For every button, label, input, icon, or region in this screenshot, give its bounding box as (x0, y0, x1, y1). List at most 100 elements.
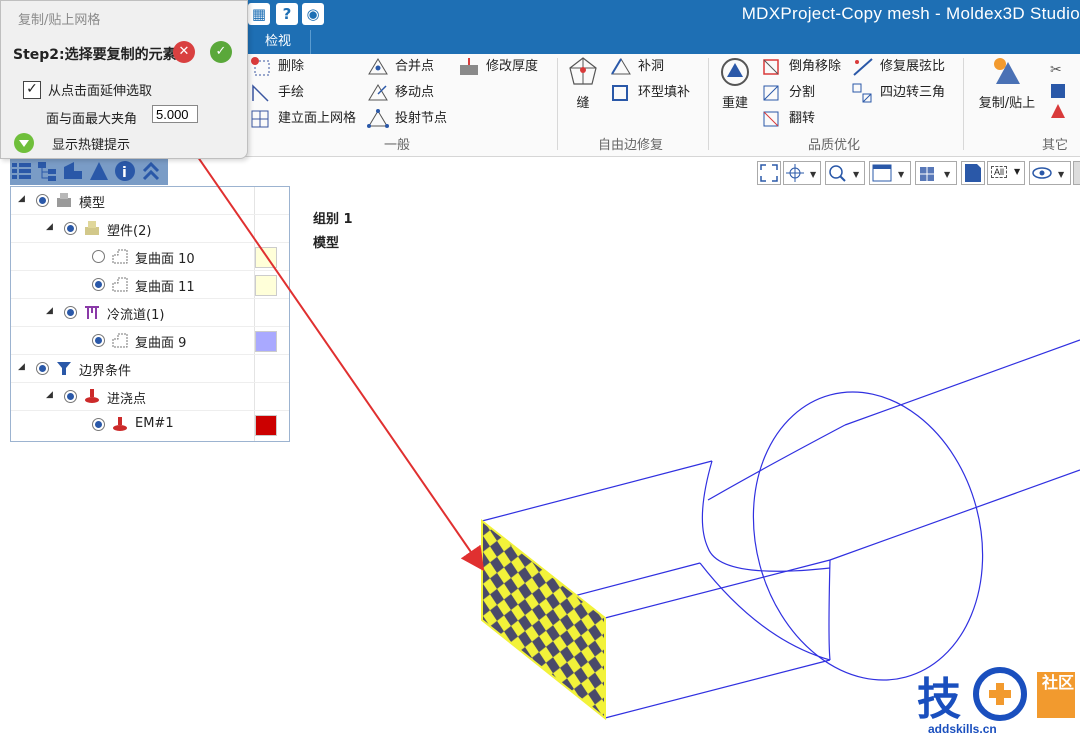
patch-hole-button[interactable]: 补洞 (610, 56, 664, 78)
merge-points-icon (367, 57, 389, 77)
max-angle-input[interactable] (152, 105, 198, 123)
tree-row-part[interactable]: ◢ 塑件(2) (11, 215, 289, 243)
expand-icon[interactable]: ◢ (18, 194, 25, 204)
sew-button[interactable]: 缝 (566, 56, 600, 111)
save-icon[interactable]: ▦ (248, 3, 270, 25)
delete-button[interactable]: 删除 (250, 56, 304, 78)
thickness-icon (458, 57, 480, 77)
color-swatch[interactable] (255, 247, 277, 268)
fix-aspect-ratio-button[interactable]: 修复展弦比 (852, 56, 945, 78)
part-icon[interactable] (62, 159, 84, 183)
split-button[interactable]: 分割 (761, 82, 815, 104)
zoom-icon[interactable]: ▼ (825, 161, 865, 185)
svg-text:▼: ▼ (853, 170, 860, 179)
delete-icon (250, 56, 272, 77)
visibility-radio[interactable] (64, 390, 77, 403)
svg-text:i: i (122, 165, 127, 181)
visibility-radio[interactable] (64, 306, 77, 319)
tree-row-surface-10[interactable]: 复曲面 10 (11, 243, 289, 271)
tree-row-model[interactable]: ◢ 模型 (11, 187, 289, 215)
max-angle-label: 面与面最大夹角 (46, 112, 138, 127)
hand-draw-button[interactable]: 手绘 (250, 82, 304, 104)
svg-text:▼: ▼ (1058, 170, 1065, 179)
list-icon[interactable] (10, 159, 32, 183)
color-swatch[interactable] (255, 275, 277, 296)
visibility-radio[interactable] (64, 222, 77, 235)
tree-row-em1[interactable]: EM#1 (11, 411, 289, 438)
hotkey-toggle-button[interactable] (14, 133, 34, 153)
move-point-button[interactable]: 移动点 (367, 82, 434, 104)
tab-view[interactable]: 检视 (246, 30, 311, 54)
check-icon: ✓ (215, 44, 227, 59)
model-tree: ◢ 模型 ◢ 塑件(2) 复曲面 10 复曲面 11 ◢ 冷流道(1) 复曲面 … (10, 186, 290, 442)
cancel-button[interactable]: ✕ (173, 41, 195, 63)
ribbon-separator (557, 58, 558, 150)
color-swatch[interactable] (255, 331, 277, 352)
visibility-radio[interactable] (92, 250, 105, 263)
model-icon (56, 192, 72, 208)
part-icon (84, 220, 100, 236)
hierarchy-icon[interactable] (36, 159, 58, 183)
visibility-radio[interactable] (92, 278, 105, 291)
modify-thickness-button[interactable]: 修改厚度 (458, 56, 538, 78)
chevron-down-icon (19, 140, 29, 147)
page-icon[interactable] (961, 161, 985, 185)
info-icon[interactable]: i (114, 159, 136, 183)
group-label-free-edge: 自由边修复 (598, 138, 664, 153)
surface-icon (112, 276, 128, 292)
visibility-radio[interactable] (36, 194, 49, 207)
confirm-button[interactable]: ✓ (210, 41, 232, 63)
close-icon: ✕ (178, 44, 190, 59)
expand-icon[interactable]: ◢ (46, 390, 53, 400)
runner-icon (84, 304, 100, 320)
copy-paste-dialog: 复制/贴上网格 Step2:选择要复制的元素 ✕ ✓ ✓ 从点击面延伸选取 面与… (0, 0, 248, 159)
model-label: 模型 (313, 236, 340, 251)
quad-to-tri-button[interactable]: 四边转三角 (852, 82, 945, 104)
step-label: Step2:选择要复制的元素 (13, 47, 177, 63)
group-label-other: 其它 (1042, 138, 1069, 153)
visibility-radio[interactable] (92, 418, 105, 431)
filter-dropdown[interactable]: All ▼ (987, 161, 1025, 185)
surface-icon (112, 332, 128, 348)
more-toolbar[interactable] (1073, 161, 1080, 185)
flip-button[interactable]: 翻转 (761, 108, 815, 130)
tree-row-surface-11[interactable]: 复曲面 11 (11, 271, 289, 299)
collapse-icon[interactable] (140, 159, 162, 183)
watermark-main: 技 (917, 674, 961, 725)
mesh-display-icon[interactable]: ▼ (915, 161, 957, 185)
expand-icon[interactable]: ◢ (18, 362, 25, 372)
expand-icon[interactable]: ◢ (46, 222, 53, 232)
rotate-center-icon[interactable]: ▼ (783, 161, 821, 185)
rebuild-icon (721, 58, 749, 86)
view-toolbar: ▼ ▼ ▼ ▼ All ▼ ▼ (755, 158, 1080, 186)
extend-selection-checkbox[interactable]: ✓ (23, 81, 41, 99)
tree-row-gate[interactable]: ◢ 进浇点 (11, 383, 289, 411)
camera-icon[interactable]: ◉ (302, 3, 324, 25)
other-tools-icons[interactable]: ✂ (1048, 58, 1070, 124)
ring-fill-button[interactable]: 环型填补 (610, 82, 690, 104)
tree-row-surface-9[interactable]: 复曲面 9 (11, 327, 289, 355)
quad-to-tri-icon (852, 83, 874, 103)
gate-icon (84, 388, 100, 404)
window-icon[interactable]: ▼ (869, 161, 911, 185)
extend-selection-label: 从点击面延伸选取 (48, 84, 153, 99)
merge-points-button[interactable]: 合并点 (367, 56, 434, 78)
project-node-icon (367, 108, 389, 129)
visibility-radio[interactable] (36, 362, 49, 375)
copy-paste-button[interactable]: 复制/贴上 (975, 56, 1039, 111)
help-icon[interactable]: ? (276, 3, 298, 25)
fit-view-icon[interactable] (757, 161, 781, 185)
tree-row-boundary[interactable]: ◢ 边界条件 (11, 355, 289, 383)
tree-row-cold-runner[interactable]: ◢ 冷流道(1) (11, 299, 289, 327)
dialog-title: 复制/贴上网格 (18, 13, 101, 28)
rebuild-button[interactable]: 重建 (716, 56, 754, 111)
expand-icon[interactable]: ◢ (46, 306, 53, 316)
visibility-radio[interactable] (92, 334, 105, 347)
eye-icon[interactable]: ▼ (1029, 161, 1071, 185)
project-node-button[interactable]: 投射节点 (367, 108, 447, 130)
cone-icon[interactable] (88, 159, 110, 183)
build-surface-mesh-button[interactable]: 建立面上网格 (250, 108, 356, 130)
color-swatch[interactable] (255, 415, 277, 436)
fillet-remove-button[interactable]: 倒角移除 (761, 56, 841, 78)
split-icon (761, 83, 783, 103)
